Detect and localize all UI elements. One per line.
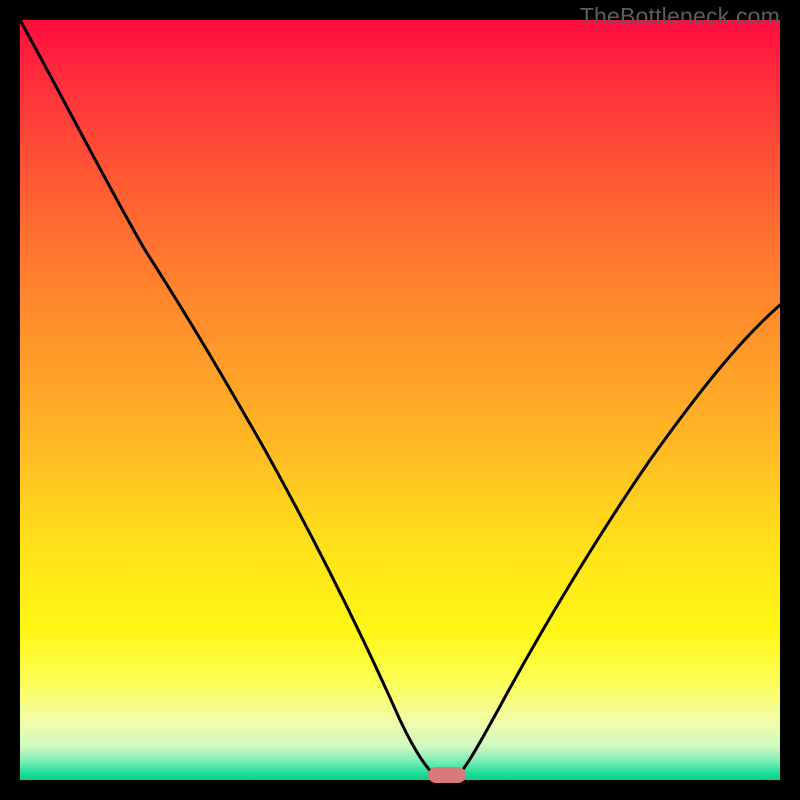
plot-area — [20, 20, 780, 780]
watermark-text: TheBottleneck.com — [580, 3, 780, 30]
optimal-marker — [428, 767, 466, 783]
bottleneck-curve-path — [20, 20, 780, 778]
chart-frame: TheBottleneck.com — [0, 0, 800, 800]
bottleneck-curve — [20, 20, 780, 780]
